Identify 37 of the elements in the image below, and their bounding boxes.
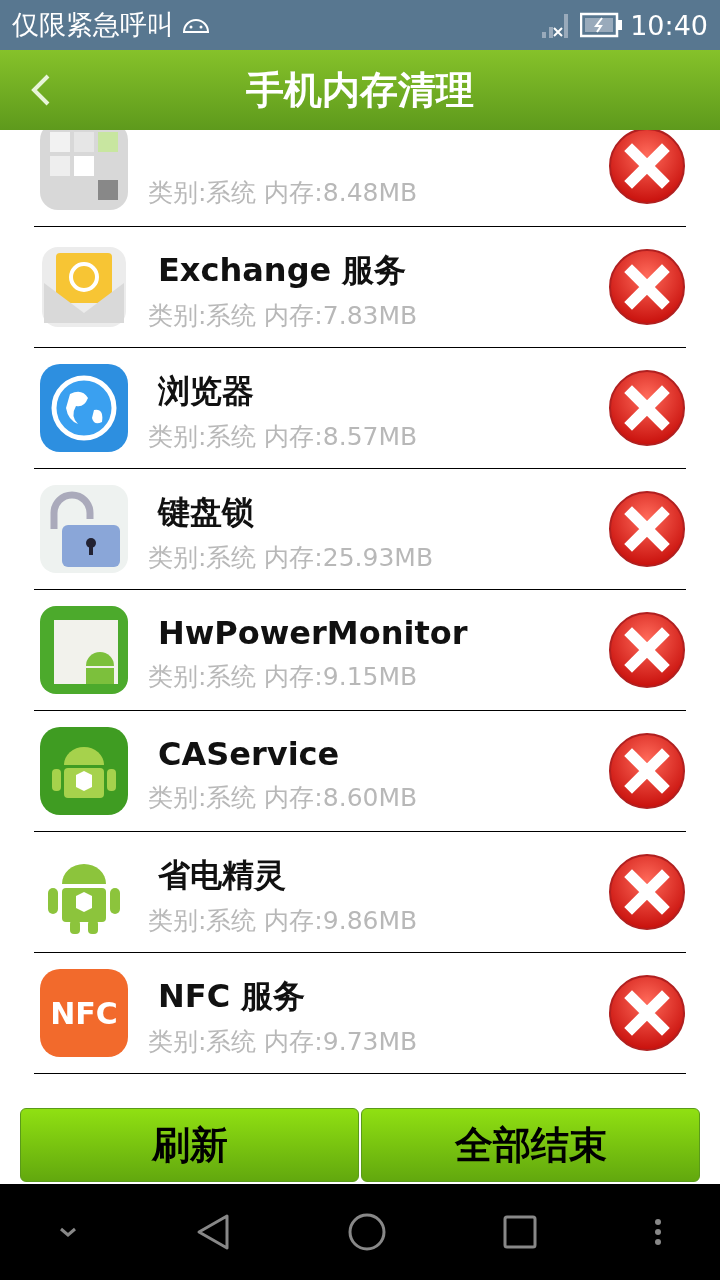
close-button[interactable]: [608, 974, 686, 1052]
nfc-icon: NFC: [40, 969, 128, 1057]
close-button[interactable]: [608, 732, 686, 810]
padlock-icon: [40, 485, 128, 573]
app-name: NFC 服务: [157, 975, 307, 1017]
app-info: 类别:系统 内存:7.83MB: [148, 299, 419, 332]
close-button[interactable]: [608, 853, 686, 931]
app-name: Exchange 服务: [157, 249, 408, 291]
app-info: 类别:系统 内存:9.15MB: [148, 660, 419, 693]
page-title: 手机内存清理: [246, 66, 474, 114]
app-name: 省电精灵: [157, 854, 287, 896]
close-button[interactable]: [608, 490, 686, 568]
close-button[interactable]: [608, 369, 686, 447]
app-info: 类别:系统 内存:8.57MB: [148, 420, 419, 453]
app-name: 键盘锁: [156, 491, 255, 533]
app-info: 类别:系统 内存:9.73MB: [148, 1025, 419, 1058]
carrier-text: 仅限紧急呼叫: [12, 8, 174, 42]
app-info: 类别:系统 内存:8.48MB: [148, 176, 419, 209]
globe-icon: [40, 364, 128, 452]
action-button[interactable]: 全部结束: [361, 1108, 700, 1182]
close-button[interactable]: [608, 611, 686, 689]
action-button[interactable]: 刷新: [20, 1108, 359, 1182]
app-info: 类别:系统 内存:9.86MB: [148, 904, 419, 937]
app-name: CAService: [157, 734, 341, 775]
clock-text: 10:40: [630, 9, 708, 41]
app-info: 类别:系统 内存:25.93MB: [148, 541, 435, 574]
home-icon[interactable]: [346, 1212, 387, 1252]
more-icon[interactable]: [653, 1218, 662, 1246]
chevron-down-icon[interactable]: [58, 1226, 79, 1238]
close-button[interactable]: [608, 130, 686, 205]
app-info: 类别:系统 内存:8.60MB: [148, 781, 419, 814]
app-name: HwPowerMonitor: [157, 613, 469, 654]
close-button[interactable]: [608, 248, 686, 326]
recents-icon[interactable]: [503, 1215, 538, 1249]
app-name: 浏览器: [157, 370, 255, 412]
cube-grid-icon: [40, 130, 128, 210]
battery-icon: [580, 12, 623, 38]
